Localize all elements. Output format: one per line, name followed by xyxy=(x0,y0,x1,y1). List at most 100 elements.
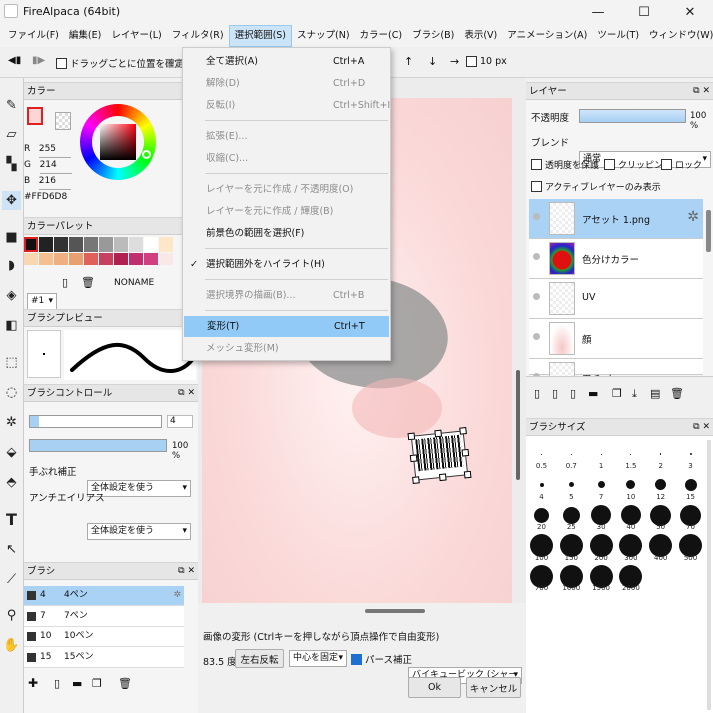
swatch[interactable] xyxy=(54,253,68,265)
select-tool-icon[interactable]: ⬚ xyxy=(2,353,21,372)
active-only-checkbox[interactable]: アクティブレイヤーのみ表示 xyxy=(531,180,661,193)
swatch[interactable] xyxy=(129,237,143,252)
visibility-icon[interactable] xyxy=(533,213,540,220)
visibility-icon[interactable] xyxy=(533,293,540,300)
menu-item[interactable]: アニメーション(A) xyxy=(502,25,592,47)
menu-item[interactable]: 表示(V) xyxy=(459,25,502,47)
swatch[interactable] xyxy=(69,253,83,265)
foreground-color-swatch[interactable] xyxy=(27,107,43,125)
menu-item[interactable]: ブラシ(B) xyxy=(407,25,459,47)
menu-item[interactable]: 選択範囲(S) xyxy=(228,25,293,47)
gradient-shape-icon[interactable]: ◗ xyxy=(2,256,21,275)
swatch[interactable] xyxy=(24,253,38,265)
brush-size-option[interactable]: 1500 xyxy=(587,562,616,592)
folder-icon[interactable]: ▬ xyxy=(72,677,82,690)
layer-row[interactable]: 眉毛_白 xyxy=(529,359,703,395)
eyedropper-icon[interactable]: ⚲ xyxy=(2,606,21,625)
hex-value[interactable]: #FFD6D8 xyxy=(24,190,79,205)
brush-size-scrollbar[interactable] xyxy=(707,440,711,710)
new-8bit-layer-icon[interactable]: ▯ xyxy=(552,387,558,400)
menu-item-0[interactable]: 全て選択(A) Ctrl+A xyxy=(183,51,390,72)
visibility-icon[interactable] xyxy=(533,333,540,340)
brush-size-option[interactable]: 1.5 xyxy=(616,440,645,470)
brush-size-option[interactable]: 3 xyxy=(676,440,705,470)
cancel-button[interactable]: キャンセル xyxy=(466,677,521,698)
menu-item-8[interactable]: ✓ 選択範囲外をハイライト(H) xyxy=(183,254,390,275)
g-value[interactable]: 214 xyxy=(39,158,72,174)
magic-wand-icon[interactable]: ✲ xyxy=(2,413,21,432)
brush-size-value[interactable]: 4 xyxy=(167,415,193,428)
hue-ring[interactable] xyxy=(80,104,156,180)
select-pen-icon[interactable]: ⬙ xyxy=(2,443,21,462)
move-right-icon[interactable]: → xyxy=(450,55,459,68)
palette-set-select[interactable]: #1 xyxy=(27,293,57,310)
delete-palette-icon[interactable]: 🗑 xyxy=(81,276,95,289)
menu-item[interactable]: 編集(E) xyxy=(64,25,106,47)
eraser-tool-icon[interactable]: ▱ xyxy=(2,125,21,144)
layer-row[interactable]: UV xyxy=(529,279,703,319)
menu-item[interactable]: ツール(T) xyxy=(592,25,644,47)
panel-float-close-icon[interactable]: ⧉ ✕ xyxy=(178,563,195,580)
brush-size-option[interactable]: 70 xyxy=(676,501,705,531)
new-brush-icon[interactable]: ▯ xyxy=(54,677,60,690)
swatch[interactable] xyxy=(84,253,98,265)
swatch[interactable] xyxy=(144,237,158,252)
layer-opacity-slider[interactable] xyxy=(579,109,686,123)
swatch[interactable] xyxy=(144,253,158,265)
move-tool-icon[interactable]: ✥ xyxy=(2,191,21,210)
transform-handle[interactable] xyxy=(412,476,420,484)
transform-handle[interactable] xyxy=(459,427,467,435)
brush-size-option[interactable]: 15 xyxy=(676,471,705,501)
r-value[interactable]: 255 xyxy=(38,142,71,158)
swatch[interactable] xyxy=(114,237,128,252)
new-1bit-layer-icon[interactable]: ▯ xyxy=(570,387,576,400)
fill-shape-icon[interactable]: ■ xyxy=(2,228,21,247)
menu-item[interactable]: ウィンドウ(W) xyxy=(644,25,713,47)
hand-tool-icon[interactable]: ✋ xyxy=(2,636,21,655)
transform-handle[interactable] xyxy=(407,432,416,441)
canvas-hscroll[interactable] xyxy=(365,609,425,613)
b-value[interactable]: 216 xyxy=(38,174,71,190)
barcode-transform-box[interactable] xyxy=(407,427,472,484)
maximize-button[interactable]: ☐ xyxy=(621,0,667,25)
swatch[interactable] xyxy=(39,237,53,252)
perspective-checkbox[interactable]: パース補正 xyxy=(351,652,412,666)
minimize-button[interactable]: — xyxy=(575,0,621,25)
canvas-vscroll[interactable] xyxy=(516,370,520,480)
text-tool-icon[interactable]: T xyxy=(2,510,21,529)
brush-size-option[interactable]: 700 xyxy=(527,562,556,592)
menu-item[interactable]: レイヤー(L) xyxy=(106,25,166,47)
sv-square[interactable] xyxy=(100,124,136,160)
new-palette-icon[interactable]: ▯ xyxy=(62,276,68,289)
brush-size-option[interactable]: 10 xyxy=(616,471,645,501)
palette-swatches[interactable] xyxy=(24,237,174,273)
merge-down-icon[interactable]: ⤓ xyxy=(632,387,637,401)
flip-horizontal-button[interactable]: 左右反転 xyxy=(235,649,284,668)
snap-confirm-checkbox[interactable]: ドラッグごとに位置を確定 xyxy=(56,56,184,70)
swatch[interactable] xyxy=(69,237,83,252)
protect-alpha-checkbox[interactable]: 透明度を保護 xyxy=(531,158,599,171)
gear-icon[interactable]: ✲ xyxy=(687,209,699,225)
brush-size-option[interactable]: 400 xyxy=(646,532,675,562)
new-layer-icon[interactable]: ▯ xyxy=(534,387,540,400)
operation-tool-icon[interactable]: ↖ xyxy=(2,540,21,559)
swatch[interactable] xyxy=(84,237,98,252)
swatch[interactable] xyxy=(159,237,173,252)
transform-handle[interactable] xyxy=(463,470,472,479)
swatch[interactable] xyxy=(159,253,173,265)
menu-item[interactable]: ファイル(F) xyxy=(3,25,64,47)
brush-size-option[interactable]: 0.5 xyxy=(527,440,556,470)
panel-float-close-icon[interactable]: ⧉ ✕ xyxy=(693,419,710,436)
divide-tool-icon[interactable]: ⟋ xyxy=(2,570,21,589)
brush-list-item[interactable]: 7 7ペン xyxy=(24,606,184,627)
menu-item-10[interactable]: 変形(T) Ctrl+T xyxy=(184,316,389,337)
select-eraser-icon[interactable]: ⬘ xyxy=(2,473,21,492)
duplicate-brush-icon[interactable]: ❐ xyxy=(92,677,102,690)
brush-list-item[interactable]: 15 15ペン xyxy=(24,647,184,668)
brush-size-option[interactable]: 7 xyxy=(587,471,616,501)
next-icon[interactable]: ▮▶ xyxy=(32,55,45,66)
transform-handle[interactable] xyxy=(461,448,470,457)
panel-float-close-icon[interactable]: ⧉ ✕ xyxy=(693,83,710,100)
layer-row[interactable]: アセット 1.png ✲ xyxy=(529,199,703,239)
visibility-icon[interactable] xyxy=(533,253,540,260)
